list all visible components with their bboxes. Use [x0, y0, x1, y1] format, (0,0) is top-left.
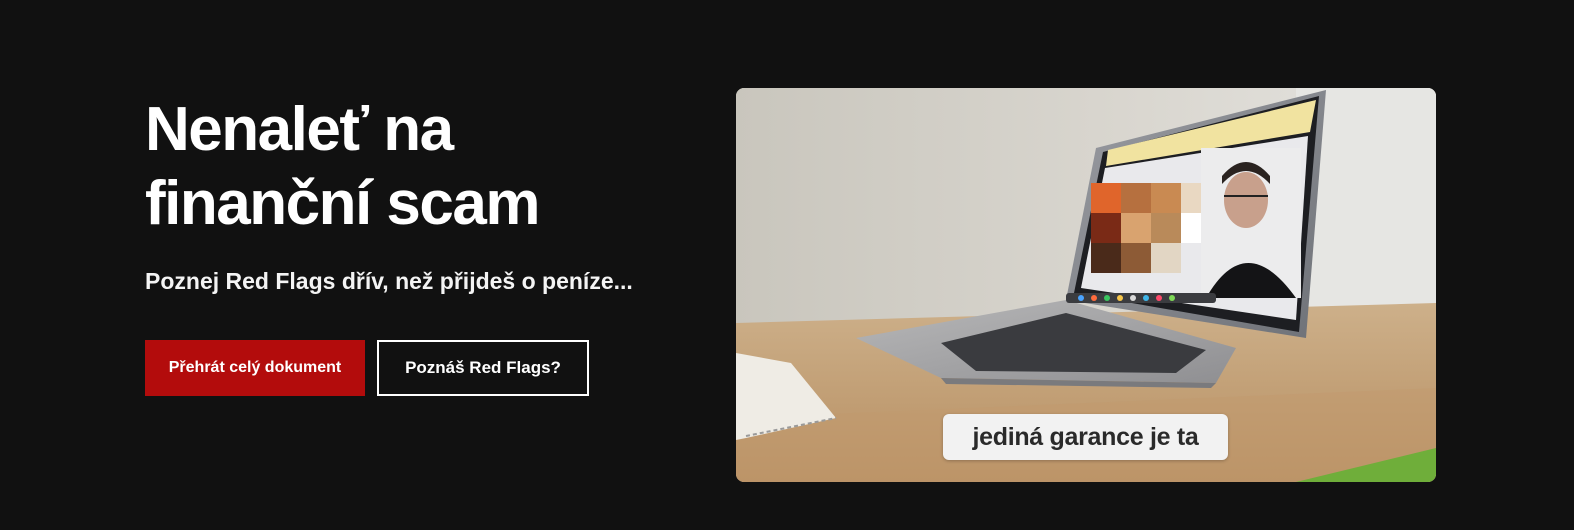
- red-flags-quiz-button[interactable]: Poznáš Red Flags?: [377, 340, 589, 396]
- page-subtitle: Poznej Red Flags dřív, než přijdeš o pen…: [145, 268, 633, 294]
- play-documentary-button[interactable]: Přehrát celý dokument: [145, 340, 365, 396]
- video-preview[interactable]: jediná garance je ta: [736, 88, 1436, 482]
- video-caption: jediná garance je ta: [943, 414, 1228, 460]
- page-title: Nenaleť na finanční scam: [145, 95, 540, 238]
- hero-section: Nenaleť na finanční scam Poznej Red Flag…: [0, 0, 1574, 530]
